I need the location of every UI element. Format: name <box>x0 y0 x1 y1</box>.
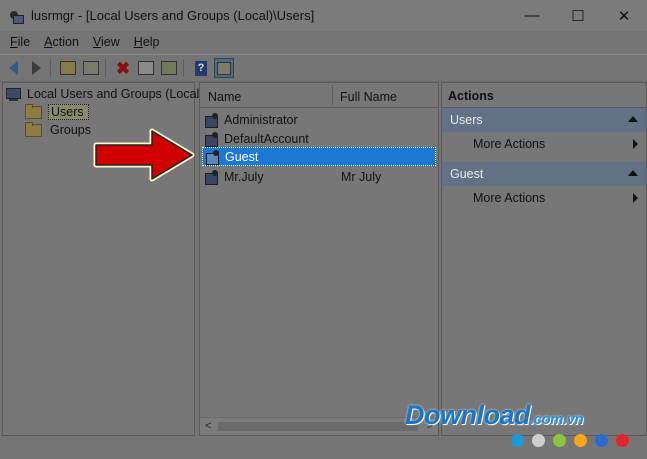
toolbar-separator <box>50 59 51 77</box>
toolbar: ✖ ? <box>0 54 647 82</box>
user-name: DefaultAccount <box>224 131 309 146</box>
section-label: Guest <box>450 167 484 181</box>
more-actions-guest[interactable]: More Actions <box>442 186 646 210</box>
orange-dot-icon <box>574 434 587 447</box>
menu-bar: File Action View Help <box>0 31 647 53</box>
user-full-name: Mr July <box>341 169 382 184</box>
computer-users-icon <box>6 87 21 101</box>
list-item[interactable]: Mr.July Mr July <box>202 167 436 186</box>
window-controls: — ☐ ✕ <box>509 0 647 31</box>
properties-icon[interactable] <box>136 58 156 78</box>
tree-root-label: Local Users and Groups (Local) <box>27 87 204 101</box>
menu-file[interactable]: File <box>10 35 30 49</box>
window-title: lusrmgr - [Local Users and Groups (Local… <box>31 8 315 23</box>
export-icon[interactable] <box>159 58 179 78</box>
up-folder-icon[interactable] <box>58 58 78 78</box>
horizontal-scrollbar[interactable]: < > <box>200 417 438 435</box>
help-icon[interactable]: ? <box>191 58 211 78</box>
user-name: Guest <box>225 149 259 164</box>
section-label: Users <box>450 113 483 127</box>
close-button[interactable]: ✕ <box>601 0 647 31</box>
folder-icon <box>25 121 42 137</box>
actions-pane: Actions Users More Actions Guest More Ac… <box>441 82 647 436</box>
forward-icon[interactable] <box>26 58 46 78</box>
column-divider[interactable] <box>332 85 333 105</box>
show-hide-action-pane-icon[interactable] <box>214 58 234 78</box>
show-hide-tree-icon[interactable] <box>81 58 101 78</box>
gray-dot-icon <box>532 434 545 447</box>
scrollbar-thumb[interactable] <box>218 422 418 431</box>
red-arrow-annotation-icon <box>93 128 195 182</box>
more-actions-users[interactable]: More Actions <box>442 132 646 156</box>
actions-section-users[interactable]: Users <box>442 108 646 132</box>
tree-root[interactable]: Local Users and Groups (Local) <box>6 85 203 103</box>
scroll-left-icon[interactable]: < <box>205 420 211 432</box>
submenu-arrow-icon <box>633 193 638 203</box>
tree-item-users[interactable]: Users <box>25 103 89 121</box>
minimize-button[interactable]: — <box>509 0 555 31</box>
menu-help[interactable]: Help <box>134 35 160 49</box>
user-name: Mr.July <box>224 169 264 184</box>
lusrmgr-window: lusrmgr - [Local Users and Groups (Local… <box>0 0 647 459</box>
disabled-user-icon <box>206 149 222 165</box>
user-name: Administrator <box>224 112 298 127</box>
blue-dot-icon <box>595 434 608 447</box>
submenu-arrow-icon <box>633 139 638 149</box>
download-watermark-logo: Download.com.vn <box>405 400 584 430</box>
watermark-dots <box>511 434 637 447</box>
column-full-name[interactable]: Full Name <box>340 90 397 104</box>
delete-icon[interactable]: ✖ <box>113 58 133 78</box>
user-icon <box>205 112 221 128</box>
collapse-up-icon[interactable] <box>628 170 638 176</box>
user-icon <box>205 169 221 185</box>
list-item[interactable]: DefaultAccount <box>202 129 436 148</box>
tree-item-users-label: Users <box>48 104 89 120</box>
title-bar: lusrmgr - [Local Users and Groups (Local… <box>0 0 647 31</box>
collapse-up-icon[interactable] <box>628 116 638 122</box>
actions-section-guest[interactable]: Guest <box>442 162 646 186</box>
column-header: Name Full Name <box>200 83 438 108</box>
maximize-button[interactable]: ☐ <box>555 0 601 31</box>
back-icon[interactable] <box>3 58 23 78</box>
green-dot-icon <box>553 434 566 447</box>
actions-title: Actions <box>442 83 646 108</box>
menu-action[interactable]: Action <box>44 35 79 49</box>
list-item[interactable]: Administrator <box>202 110 436 129</box>
tree-item-groups-label: Groups <box>50 123 91 137</box>
menu-view[interactable]: View <box>93 35 120 49</box>
toolbar-separator <box>183 59 184 77</box>
column-name[interactable]: Name <box>208 90 241 104</box>
app-icon <box>9 9 24 24</box>
users-list-pane: Name Full Name Administrator DefaultAcco… <box>199 82 439 436</box>
blue-dot-icon <box>511 434 524 447</box>
user-icon <box>205 131 221 147</box>
toolbar-separator <box>105 59 106 77</box>
red-dot-icon <box>616 434 629 447</box>
folder-icon <box>25 103 42 119</box>
tree-item-groups[interactable]: Groups <box>25 121 91 139</box>
list-item-selected[interactable]: Guest <box>202 147 436 166</box>
